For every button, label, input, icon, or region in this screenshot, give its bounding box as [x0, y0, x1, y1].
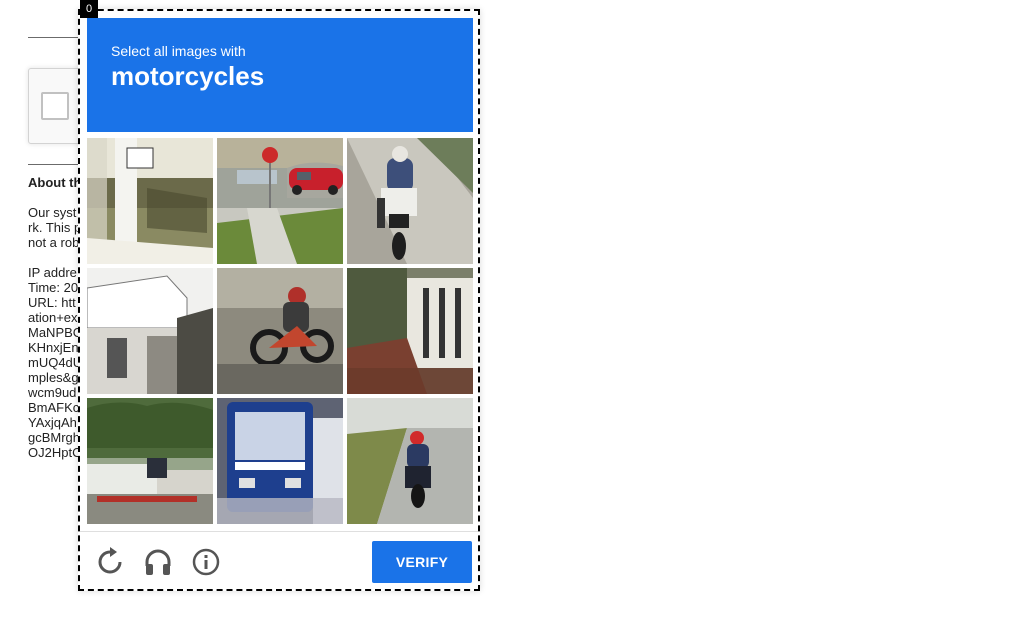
- about-line: mUQ4dU: [28, 355, 83, 370]
- image-grid: [87, 138, 473, 524]
- image-tile[interactable]: [87, 138, 213, 264]
- image-tile[interactable]: [217, 268, 343, 394]
- verify-button[interactable]: VERIFY: [372, 541, 472, 583]
- reload-button[interactable]: [94, 546, 126, 578]
- tile-image: [347, 268, 473, 394]
- tile-image: [217, 268, 343, 394]
- about-line: mples&g: [28, 370, 79, 385]
- help-button[interactable]: [190, 546, 222, 578]
- recaptcha-checkbox[interactable]: [41, 92, 69, 120]
- headphones-icon: [145, 549, 171, 575]
- tile-image: [87, 398, 213, 524]
- image-tile[interactable]: [347, 138, 473, 264]
- tile-image: [87, 268, 213, 394]
- image-tile[interactable]: [87, 398, 213, 524]
- about-line: BmAFKc: [28, 400, 80, 415]
- about-line: Our syst: [28, 205, 77, 220]
- tile-image: [217, 138, 343, 264]
- about-line: not a rob: [28, 235, 80, 250]
- about-line: YAxjqAh: [28, 415, 77, 430]
- about-line: Time: 20: [28, 280, 79, 295]
- element-index-badge: 0: [80, 0, 98, 18]
- about-line: rk. This p: [28, 220, 82, 235]
- image-tile[interactable]: [347, 398, 473, 524]
- challenge-target: motorcycles: [111, 61, 265, 91]
- image-tile[interactable]: [87, 268, 213, 394]
- about-line: IP addre: [28, 265, 77, 280]
- tile-image: [217, 398, 343, 524]
- challenge-header: Select all images with motorcycles: [87, 18, 473, 132]
- info-icon: [192, 548, 220, 576]
- about-line: ation+ex: [28, 310, 78, 325]
- audio-challenge-button[interactable]: [142, 546, 174, 578]
- about-heading: About th: [28, 175, 82, 190]
- reload-icon: [98, 547, 122, 574]
- footer-divider: [80, 531, 478, 532]
- about-line: wcm9ud: [28, 385, 77, 400]
- image-tile[interactable]: [217, 138, 343, 264]
- about-line: KHnxjEn: [28, 340, 79, 355]
- instruction-text: Select all images with: [111, 43, 246, 59]
- image-tile[interactable]: [217, 398, 343, 524]
- image-tile[interactable]: [347, 268, 473, 394]
- about-line: MaNPBC: [28, 325, 83, 340]
- about-line: URL: htt: [28, 295, 76, 310]
- tile-image: [87, 138, 213, 264]
- about-text: Our syst rk. This p not a rob IP addre T…: [28, 205, 82, 460]
- about-line: gcBMrgh: [28, 430, 81, 445]
- tile-image: [347, 138, 473, 264]
- tile-image: [347, 398, 473, 524]
- about-line: OJ2HptC: [28, 445, 82, 460]
